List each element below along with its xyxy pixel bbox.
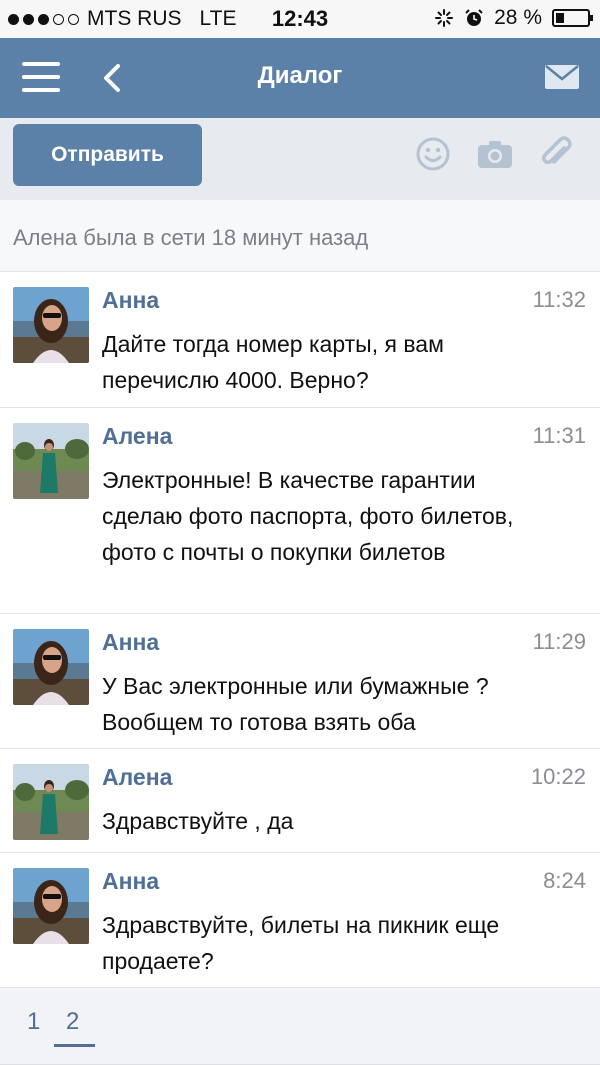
message-time: 11:31 [532,423,586,448]
avatar[interactable] [13,868,89,944]
battery-percent: 28 % [494,6,542,29]
paperclip-icon[interactable] [536,134,576,174]
sender-name[interactable]: Алена [102,764,172,791]
page-link-1[interactable]: 1 [27,1008,40,1036]
active-page-indicator [54,1044,95,1047]
status-bar: MTS RUS LTE 12:43 28 % [0,0,600,38]
battery-icon [552,9,593,27]
loading-icon [435,9,454,27]
message-item[interactable]: Анна 11:29 У Вас электронные или бумажны… [0,614,600,749]
sender-name[interactable]: Анна [102,868,159,895]
smiley-icon[interactable] [413,134,453,174]
message-item[interactable]: Анна 8:24 Здравствуйте, билеты на пикник… [0,853,600,988]
message-time: 11:32 [532,287,586,312]
message-text: Здравствуйте, билеты на пикник еще прода… [102,912,500,974]
message-text: Здравствуйте , да [102,808,294,834]
sender-name[interactable]: Анна [102,629,159,656]
message-text: Электронные! В качестве гарантии сделаю … [102,467,514,565]
message-time: 10:22 [530,764,586,789]
avatar[interactable] [13,629,89,705]
navigation-bar: Диалог [0,38,600,118]
message-item[interactable]: Анна 11:32 Дайте тогда номер карты, я ва… [0,272,600,408]
avatar[interactable] [13,764,89,840]
sender-name[interactable]: Алена [102,423,172,450]
camera-icon[interactable] [475,134,515,174]
message-time: 11:29 [532,629,586,654]
send-button[interactable]: Отправить [13,124,202,186]
message-time: 8:24 [543,868,586,893]
online-status-text: Алена была в сети 18 минут назад [13,225,369,250]
message-item[interactable]: Алена 10:22 Здравствуйте , да [0,749,600,853]
message-text: У Вас электронные или бумажные ? Вообщем… [102,673,489,735]
page-link-2[interactable]: 2 [66,1008,79,1036]
message-toolbar: Отправить [0,118,600,200]
avatar[interactable] [13,423,89,499]
page-title: Диалог [257,62,343,89]
message-item[interactable]: Алена 11:31 Электронные! В качестве гара… [0,408,600,614]
pagination: 1 2 [0,988,600,1065]
mail-icon[interactable] [544,62,580,92]
message-text: Дайте тогда номер карты, я вам перечислю… [102,331,444,393]
sender-name[interactable]: Анна [102,287,159,314]
online-status-bar: Алена была в сети 18 минут назад [0,200,600,272]
alarm-icon [465,9,483,26]
avatar[interactable] [13,287,89,363]
